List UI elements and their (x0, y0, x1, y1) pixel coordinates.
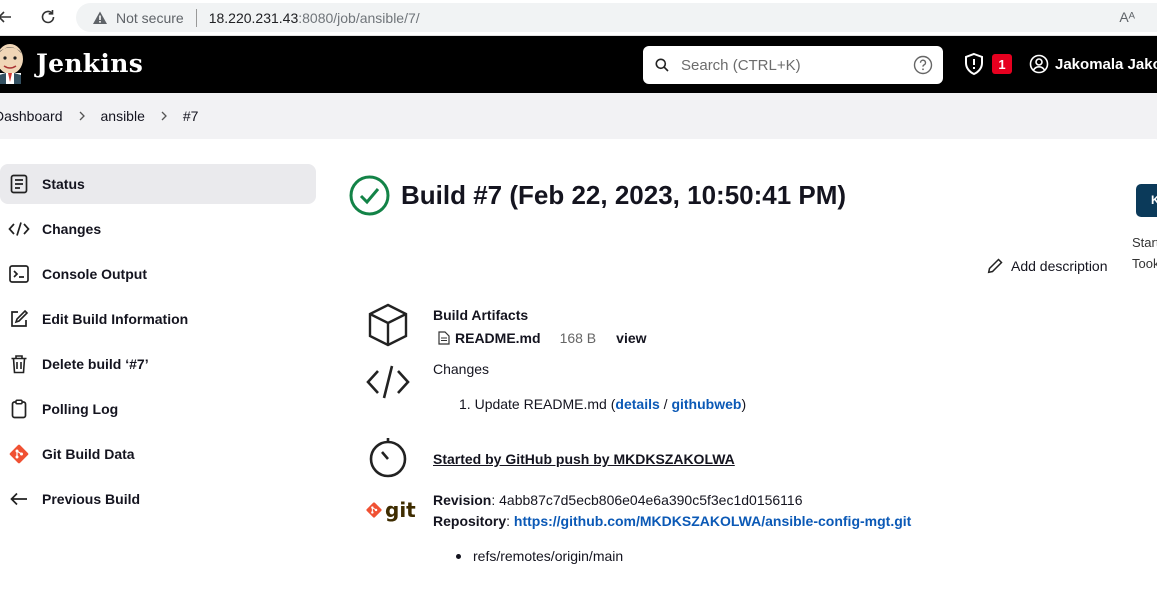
back-button[interactable] (0, 6, 16, 28)
jenkins-header: Jenkins 1 Jakomala Jako (0, 36, 1157, 93)
change-details-link[interactable]: details (615, 396, 659, 412)
revision-value: : 4abb87c7d5ecb806e04e6a390c5f3ec1d01561… (491, 492, 803, 508)
add-description-button[interactable]: Add description (987, 258, 1108, 274)
artifact-file-size: 168 B (559, 330, 597, 346)
started-by-link[interactable]: Started by GitHub push by MKDKSZAKOLWA (433, 451, 735, 467)
package-icon (365, 302, 411, 348)
breadcrumb-build-7[interactable]: #7 (183, 108, 199, 124)
security-label: Not secure (116, 9, 184, 26)
edit-icon (8, 308, 30, 330)
url-host: 18.220.231.43 (208, 9, 299, 26)
started-time-text: Start (1132, 235, 1157, 250)
breadcrumb-ansible[interactable]: ansible (101, 108, 145, 124)
user-name: Jakomala Jako (1055, 55, 1157, 73)
help-icon[interactable] (913, 55, 933, 75)
sidebar-item-delete-build[interactable]: Delete build ‘#7’ (0, 344, 316, 384)
code-icon (365, 359, 411, 405)
sidebar-item-polling-log[interactable]: Polling Log (0, 389, 316, 429)
reload-button[interactable] (37, 6, 59, 28)
search-box[interactable] (643, 46, 943, 84)
artifact-file-link[interactable]: README.md (455, 330, 541, 346)
trash-icon (8, 353, 30, 375)
clipboard-icon (8, 398, 30, 420)
browser-toolbar: Not secure 18.220.231.43:8080/job/ansibl… (0, 0, 1157, 36)
alert-count-badge: 1 (992, 54, 1012, 74)
reload-icon (41, 10, 55, 24)
sidebar: Status Changes Console Output Edit Build… (0, 164, 316, 524)
git-logo: git (365, 500, 416, 520)
sidebar-item-console-output[interactable]: Console Output (0, 254, 316, 294)
chevron-right-icon (77, 111, 87, 121)
address-divider (195, 8, 197, 27)
search-icon (655, 58, 669, 72)
url-path: :8080/job/ansible/7/ (298, 9, 420, 26)
shield-icon (965, 52, 983, 76)
sidebar-item-label: Edit Build Information (42, 311, 189, 327)
repository-row: Repository: https://github.com/MKDKSZAKO… (433, 513, 911, 529)
changes-heading: Changes (433, 361, 490, 377)
timer-icon (365, 434, 411, 480)
chevron-right-icon (159, 111, 169, 121)
repository-separator: : (506, 513, 514, 529)
address-bar[interactable]: Not secure 18.220.231.43:8080/job/ansibl… (76, 3, 1157, 32)
repository-label: Repository (433, 513, 507, 529)
security-alerts-button[interactable]: 1 (962, 52, 1012, 76)
git-logo-icon (366, 502, 382, 518)
revision-label: Revision (433, 492, 492, 508)
git-logo-text: git (385, 498, 416, 522)
sidebar-item-previous-build[interactable]: Previous Build (0, 479, 316, 519)
sidebar-item-label: Polling Log (42, 401, 119, 417)
sidebar-item-edit-build-information[interactable]: Edit Build Information (0, 299, 316, 339)
sidebar-item-label: Status (42, 176, 85, 192)
breadcrumb: Dashboard ansible #7 (0, 93, 1157, 139)
code-icon (8, 218, 30, 240)
change-list-item: 1. Update README.md (details / githubweb… (459, 396, 746, 412)
change-close-paren: ) (741, 396, 747, 412)
sidebar-item-label: Changes (42, 221, 102, 237)
repository-link[interactable]: https://github.com/MKDKSZAKOLWA/ansible-… (514, 513, 911, 529)
change-item-number: 1. (459, 396, 471, 412)
bullet (456, 553, 461, 559)
reader-mode-icon[interactable]: Aᴬ (1119, 9, 1135, 25)
change-githubweb-link[interactable]: githubweb (671, 396, 741, 412)
terminal-icon (8, 263, 30, 285)
page-title-row: Build #7 (Feb 22, 2023, 10:50:41 PM) (349, 175, 846, 216)
took-time-text: Took (1132, 256, 1157, 271)
change-item-text: Update README.md ( (474, 396, 616, 412)
arrow-left-icon (8, 488, 30, 510)
sidebar-item-label: Git Build Data (42, 446, 135, 462)
breadcrumb-dashboard[interactable]: Dashboard (0, 108, 63, 124)
branch-name: refs/remotes/origin/main (473, 548, 624, 564)
sidebar-item-label: Console Output (42, 266, 147, 282)
sidebar-item-status[interactable]: Status (0, 164, 316, 204)
search-input[interactable] (681, 56, 896, 74)
change-link-separator: / (659, 396, 672, 412)
jenkins-home-link[interactable]: Jenkins (0, 42, 143, 84)
brand-name: Jenkins (36, 48, 144, 78)
status-icon (8, 173, 30, 195)
build-artifacts-link[interactable]: Build Artifacts (433, 307, 528, 323)
pencil-icon (987, 258, 1003, 274)
user-icon (1029, 54, 1049, 74)
page-title: Build #7 (Feb 22, 2023, 10:50:41 PM) (401, 180, 847, 210)
git-icon (8, 443, 30, 465)
artifact-view-link[interactable]: view (616, 330, 646, 346)
sidebar-item-changes[interactable]: Changes (0, 209, 316, 249)
keep-build-button[interactable]: K (1136, 184, 1157, 217)
revision-row: Revision: 4abb87c7d5ecb806e04e6a390c5f3e… (433, 492, 803, 508)
success-check-icon (349, 175, 390, 216)
sidebar-item-label: Delete build ‘#7’ (42, 356, 149, 372)
arrow-left-icon (0, 11, 11, 23)
file-icon (438, 331, 450, 345)
branch-list-item: refs/remotes/origin/main (456, 548, 623, 564)
jenkins-logo-icon (0, 44, 23, 84)
sidebar-item-git-build-data[interactable]: Git Build Data (0, 434, 316, 474)
artifact-row: README.md 168 B view (438, 330, 647, 346)
sidebar-item-label: Previous Build (42, 491, 141, 507)
warning-icon (93, 11, 107, 24)
user-menu[interactable]: Jakomala Jako (1029, 54, 1157, 74)
add-description-label: Add description (1011, 258, 1108, 274)
